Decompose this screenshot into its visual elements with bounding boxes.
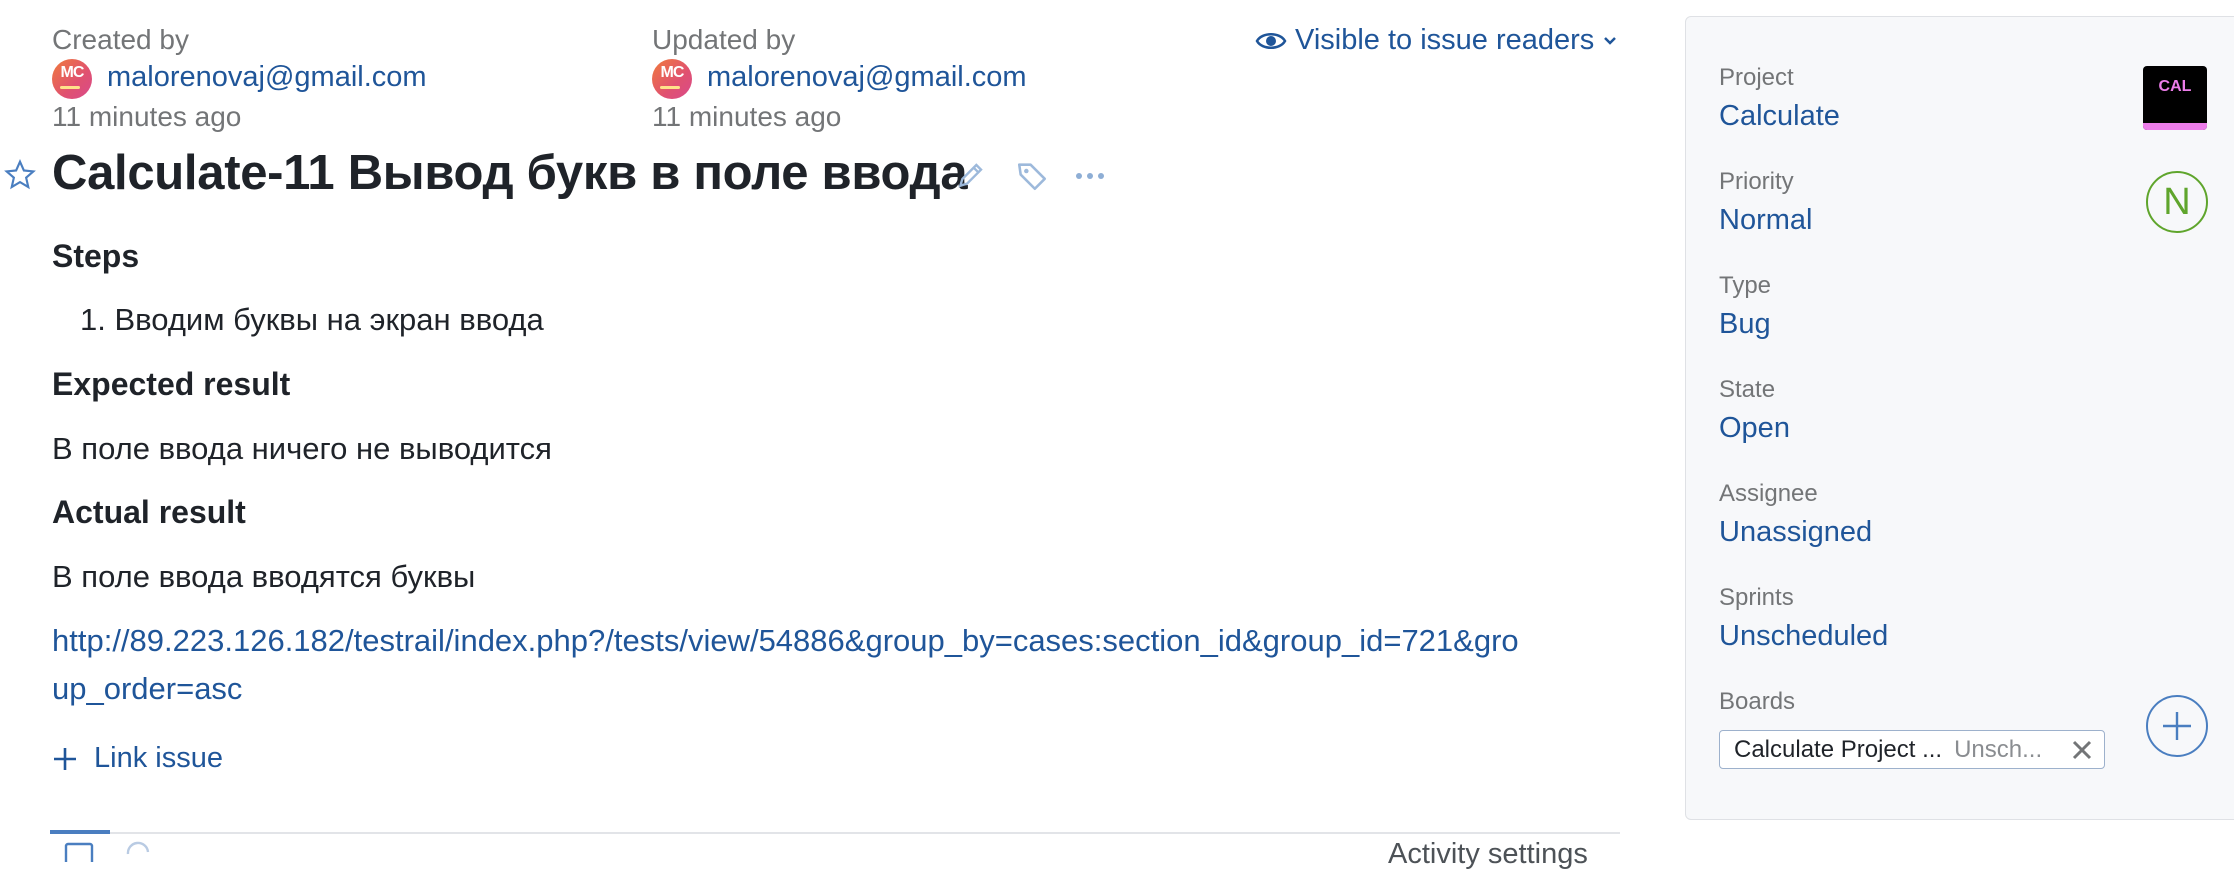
plus-icon: [54, 747, 76, 770]
actual-result-heading: Actual result: [52, 494, 246, 530]
close-icon[interactable]: [2068, 736, 2096, 764]
creator-avatar[interactable]: MC: [52, 59, 92, 99]
url-line-2: up_order=asc: [52, 671, 243, 706]
assignee-label: Assignee: [1719, 480, 1818, 507]
board-chip-name: Calculate Project ...: [1734, 735, 1943, 763]
project-logo-text: CAL: [2158, 78, 2192, 95]
project-label: Project: [1719, 64, 1794, 91]
visibility-dropdown[interactable]: Visible to issue readers: [1255, 24, 1618, 57]
project-value[interactable]: Calculate: [1719, 100, 1840, 133]
updater-user-link[interactable]: malorenovaj@gmail.com: [707, 61, 1027, 94]
link-issue-button[interactable]: Link issue: [52, 742, 223, 775]
visibility-label: Visible to issue readers: [1295, 24, 1595, 56]
pencil-icon[interactable]: [955, 159, 987, 191]
comments-tab-icon[interactable]: [64, 842, 94, 862]
updated-by-label: Updated by: [652, 24, 796, 55]
issue-title: Calculate-11 Вывод букв в поле ввода: [52, 146, 968, 200]
priority-label: Priority: [1719, 168, 1794, 195]
history-tab-icon[interactable]: [124, 840, 154, 860]
add-board-button[interactable]: [2146, 695, 2208, 757]
url-line-1: http://89.223.126.182/testrail/index.php…: [52, 623, 1519, 658]
project-logo[interactable]: CAL: [2143, 66, 2207, 130]
activity-tab-divider: [50, 832, 1620, 834]
state-label: State: [1719, 376, 1776, 403]
more-icon[interactable]: [1074, 166, 1106, 186]
star-icon[interactable]: [4, 159, 36, 191]
tab-active-indicator: [50, 830, 110, 834]
updater-avatar[interactable]: MC: [652, 59, 692, 99]
step-text: Вводим буквы на экран ввода: [114, 302, 544, 337]
priority-badge[interactable]: N: [2146, 171, 2208, 233]
actual-result-text: В поле ввода вводятся буквы: [52, 559, 476, 594]
created-time: 11 minutes ago: [52, 101, 242, 132]
steps-list-item: 1. Вводим буквы на экран ввода: [80, 302, 544, 338]
boards-label: Boards: [1719, 688, 1796, 715]
testrail-url-link[interactable]: http://89.223.126.182/testrail/index.php…: [52, 617, 1632, 713]
eye-icon: [1255, 32, 1287, 49]
assignee-value[interactable]: Unassigned: [1719, 516, 1872, 549]
board-chip[interactable]: Calculate Project ... Unsch...: [1719, 730, 2105, 769]
expected-result-heading: Expected result: [52, 366, 291, 402]
type-label: Type: [1719, 272, 1772, 299]
avatar-initials: MC: [660, 64, 685, 81]
created-by-label: Created by: [52, 24, 189, 55]
steps-heading: Steps: [52, 238, 140, 274]
link-issue-label: Link issue: [94, 742, 223, 774]
activity-settings-link[interactable]: Activity settings: [1388, 838, 1588, 871]
project-logo-stripe: [2143, 123, 2207, 130]
tag-icon[interactable]: [1015, 159, 1049, 193]
chevron-down-icon: [1604, 36, 1617, 45]
avatar-initials: MC: [60, 64, 85, 81]
creator-user-link[interactable]: malorenovaj@gmail.com: [107, 61, 427, 94]
type-value[interactable]: Bug: [1719, 308, 1771, 341]
circle-plus-icon: [2163, 712, 2191, 740]
board-chip-sprint: Unsch...: [1954, 735, 2043, 763]
sprints-value[interactable]: Unscheduled: [1719, 620, 1888, 653]
priority-value[interactable]: Normal: [1719, 204, 1812, 237]
sprints-label: Sprints: [1719, 584, 1794, 611]
expected-result-text: В поле ввода ничего не выводится: [52, 431, 552, 466]
state-value[interactable]: Open: [1719, 412, 1790, 445]
updated-time: 11 minutes ago: [652, 101, 842, 132]
step-number: 1.: [80, 302, 106, 337]
